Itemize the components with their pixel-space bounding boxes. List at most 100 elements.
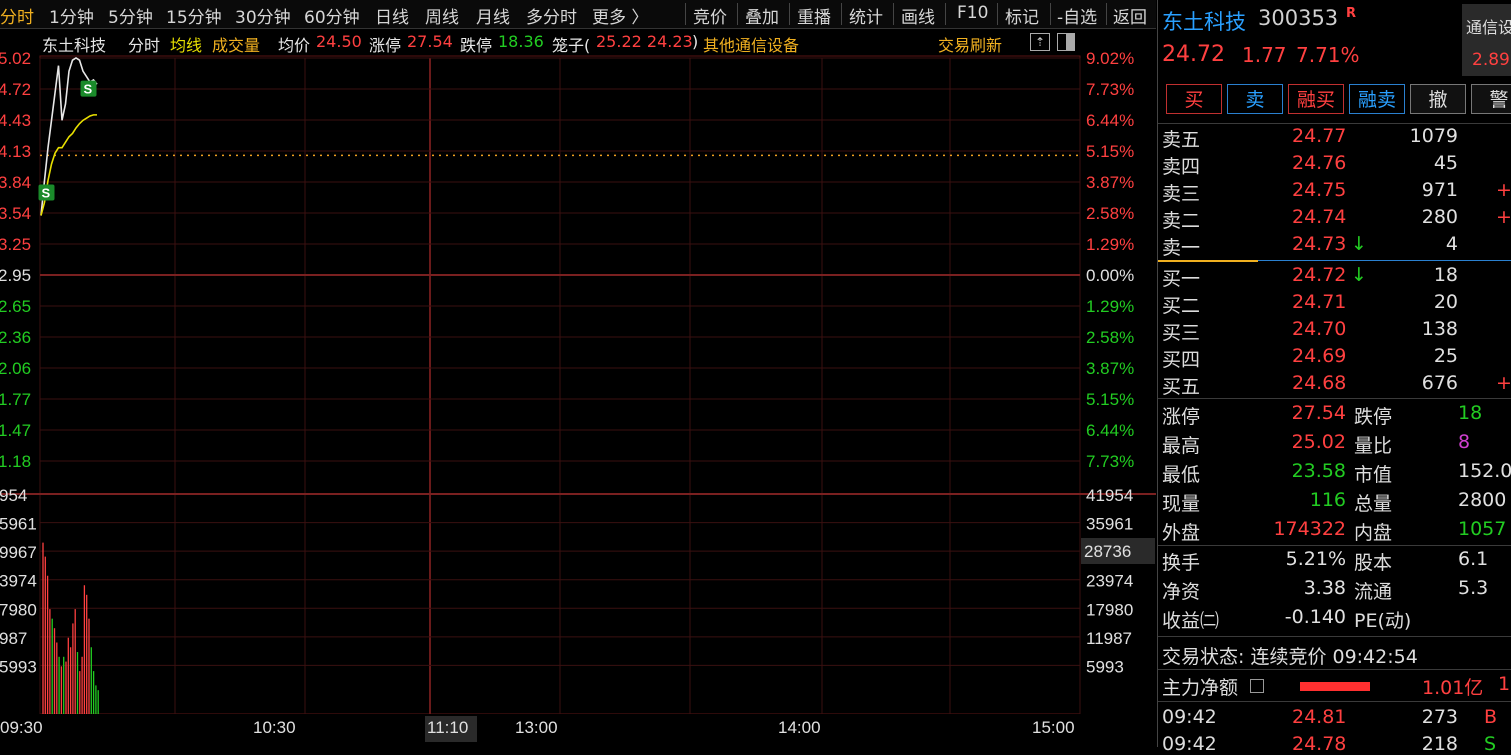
stat-value: 1057 xyxy=(1458,518,1507,540)
ask-level-5-volume: 1079 xyxy=(1409,125,1458,147)
pct-tick-label: 3.87% xyxy=(1086,359,1134,378)
ask-level-2-price: 24.74 xyxy=(1292,206,1347,228)
stat-value: 23.58 xyxy=(1291,460,1346,482)
volume-tick-label-right: 11987 xyxy=(1086,629,1132,648)
main-flow-bar xyxy=(1300,682,1370,691)
price-tick-label: 3.25 xyxy=(0,235,31,254)
bid-level-3-price: 24.70 xyxy=(1292,318,1347,340)
volume-tick-label: 954 xyxy=(0,486,27,505)
time-tick-label: 13:00 xyxy=(515,718,558,737)
pct-tick-label: 5.15% xyxy=(1086,390,1134,409)
stat-value: 25.02 xyxy=(1291,431,1346,453)
tick-side: S xyxy=(1484,733,1497,755)
ask-level-4-label: 卖四 xyxy=(1162,156,1201,178)
divider xyxy=(1158,636,1511,637)
divider xyxy=(1158,669,1511,670)
stat-label: 现量 xyxy=(1162,493,1201,515)
price-change-pct: 7.71% xyxy=(1296,43,1360,67)
stat-value: 116 xyxy=(1309,489,1346,511)
main-flow-extra: 1 xyxy=(1498,673,1511,695)
price-tick-label: 1.47 xyxy=(0,421,31,440)
price-tick-label: 2.36 xyxy=(0,328,31,347)
ask-level-4-price: 24.76 xyxy=(1292,152,1347,174)
stat-label: 最低 xyxy=(1162,464,1201,486)
price-tick-label: 4.72 xyxy=(0,80,31,99)
margin-sell-button[interactable]: 融卖 xyxy=(1349,84,1405,114)
fund-label: 流通 xyxy=(1354,581,1393,603)
bid-level-4-price: 24.69 xyxy=(1292,345,1347,367)
stat-value: 152.0 xyxy=(1458,460,1511,482)
buy-button[interactable]: 买 xyxy=(1166,84,1222,114)
ask-level-2-volume: 280 xyxy=(1421,206,1458,228)
bid-level-1-label: 买一 xyxy=(1162,268,1201,290)
ask-level-3-price: 24.75 xyxy=(1292,179,1347,201)
tick-time: 09:42 xyxy=(1162,706,1217,728)
volume-cursor-label: 28736 xyxy=(1084,542,1131,561)
list-icon[interactable] xyxy=(1250,679,1264,693)
bid-level-5-change: + xyxy=(1496,372,1511,394)
ask-level-3-volume: 971 xyxy=(1421,179,1458,201)
fund-value: 5.21% xyxy=(1285,548,1346,570)
ask-level-5-price: 24.77 xyxy=(1292,125,1347,147)
volume-tick-label: 9967 xyxy=(0,543,37,562)
pct-tick-label: 2.58% xyxy=(1086,328,1134,347)
price-tick-label: 3.84 xyxy=(0,173,31,192)
bid-level-4-volume: 25 xyxy=(1433,345,1458,367)
stat-label: 量比 xyxy=(1354,435,1393,457)
stat-value: 27.54 xyxy=(1291,402,1346,424)
sell-marker-label: S xyxy=(84,82,93,97)
divider xyxy=(1158,701,1511,702)
stock-code: 300353 xyxy=(1258,6,1339,30)
pct-tick-label: 3.87% xyxy=(1086,173,1134,192)
divider xyxy=(1158,545,1511,546)
pct-tick-label: 2.58% xyxy=(1086,204,1134,223)
sector-tab[interactable]: 通信设 2.89 xyxy=(1462,4,1511,76)
bid-level-2-price: 24.71 xyxy=(1292,291,1347,313)
tick-price: 24.81 xyxy=(1292,706,1347,728)
fund-label: PE(动) xyxy=(1354,610,1412,632)
ask-level-3-label: 卖三 xyxy=(1162,183,1201,205)
tick-volume: 218 xyxy=(1421,733,1458,755)
price-tick-label: 2.65 xyxy=(0,297,31,316)
stock-name: 东土科技 xyxy=(1162,10,1246,34)
pct-tick-label: 5.15% xyxy=(1086,142,1134,161)
bid-level-5-price: 24.68 xyxy=(1292,372,1347,394)
price-tick-label: 1.18 xyxy=(0,452,31,471)
volume-tick-label-right: 35961 xyxy=(1086,515,1133,534)
time-tick-label: 14:00 xyxy=(778,718,821,737)
x-axis-band xyxy=(0,714,1156,747)
fund-label: 净资 xyxy=(1162,581,1201,603)
divider xyxy=(1158,398,1511,399)
time-tick-label: 11:10 xyxy=(427,718,468,737)
fund-value: 6.1 xyxy=(1458,548,1489,570)
stat-label: 最高 xyxy=(1162,435,1201,457)
pct-tick-label: 7.73% xyxy=(1086,80,1134,99)
volume-tick-label-right: 17980 xyxy=(1086,600,1133,619)
pct-tick-label: 7.73% xyxy=(1086,452,1134,471)
intraday-chart[interactable]: 5.02 9.02% 4.72 7.73% 4.43 6.44% 4.13 5.15% 3.84… xyxy=(0,0,1156,747)
stat-value: 174322 xyxy=(1273,518,1346,540)
divider xyxy=(1158,123,1511,124)
margin-buy-button[interactable]: 融买 xyxy=(1288,84,1344,114)
price-tick-label: 5.02 xyxy=(0,49,31,68)
pct-tick-label: 0.00% xyxy=(1086,266,1134,285)
ask-level-3-change: + xyxy=(1496,179,1511,201)
volume-tick-label: 7980 xyxy=(0,600,37,619)
bid-level-3-label: 买三 xyxy=(1162,322,1201,344)
stat-label: 外盘 xyxy=(1162,522,1201,544)
stat-label: 市值 xyxy=(1354,464,1393,486)
sell-button[interactable]: 卖 xyxy=(1227,84,1283,114)
price-change: 1.77 xyxy=(1242,43,1287,67)
bid-level-3-volume: 138 xyxy=(1421,318,1458,340)
ask-level-1-label: 卖一 xyxy=(1162,237,1201,259)
stat-value: 8 xyxy=(1458,431,1471,453)
price-tick-label: 4.13 xyxy=(0,142,31,161)
stat-label: 内盘 xyxy=(1354,522,1393,544)
cancel-order-button[interactable]: 撤 xyxy=(1410,84,1466,114)
ask-level-2-label: 卖二 xyxy=(1162,210,1201,232)
alert-button[interactable]: 警 xyxy=(1471,84,1511,114)
bid-level-5-label: 买五 xyxy=(1162,376,1201,398)
tick-volume: 273 xyxy=(1421,706,1458,728)
bid-level-4-label: 买四 xyxy=(1162,349,1201,371)
price-tick-label: 3.54 xyxy=(0,204,31,223)
